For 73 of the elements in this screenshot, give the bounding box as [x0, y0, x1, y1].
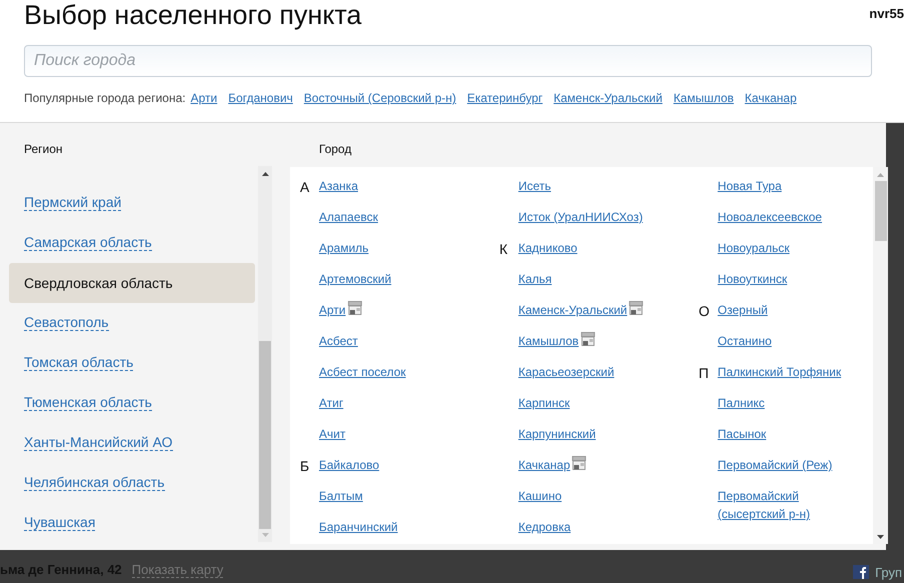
city-link[interactable]: Артемовский — [319, 270, 392, 288]
region-item[interactable]: Томская область — [9, 343, 255, 383]
city-link[interactable]: Ачит — [319, 425, 346, 443]
region-item[interactable]: Свердловская область — [9, 263, 255, 303]
scrollbar-thumb[interactable] — [259, 341, 271, 529]
city-link[interactable]: Останино — [718, 332, 772, 350]
store-icon — [572, 456, 586, 470]
city-link[interactable]: Карасьеозерский — [518, 363, 614, 381]
city-link[interactable]: Екатеринбург — [467, 89, 543, 107]
city-link[interactable]: Асбест — [319, 332, 358, 350]
letter-heading: О — [698, 303, 710, 319]
city-link[interactable]: Палникс — [718, 394, 765, 412]
city-link[interactable]: Алапаевск — [319, 208, 378, 226]
store-icon — [629, 301, 644, 315]
city-link[interactable]: Палкинский Торфяник — [718, 363, 842, 381]
column-heading: Город — [319, 141, 352, 158]
city-link[interactable]: Качканар — [518, 456, 570, 474]
city-link[interactable]: Арти — [319, 301, 346, 319]
region-item[interactable]: Самарская область — [9, 223, 255, 263]
city-link[interactable]: Балтым — [319, 487, 363, 505]
city-link[interactable]: Камышлов — [518, 332, 579, 350]
page-title: Выбор населенного пункта — [24, 0, 362, 30]
city-link[interactable]: Карпунинский — [518, 425, 596, 443]
column-heading: Регион — [24, 141, 63, 158]
city-link[interactable]: Каменск-Уральский — [518, 301, 628, 319]
city-link[interactable]: Кадниково — [518, 239, 578, 257]
city-link[interactable]: Атиг — [319, 394, 344, 412]
city-link[interactable]: Исток (УралНИИСХоз) — [518, 208, 643, 226]
scroll-down-icon[interactable] — [877, 535, 884, 539]
scrollbar[interactable] — [258, 166, 272, 542]
region-item[interactable]: Тюменская область — [9, 383, 255, 423]
city-link[interactable]: Каменск-Уральский — [554, 89, 662, 107]
scrollbar-thumb[interactable] — [874, 181, 886, 241]
city-link[interactable]: Карпинск — [518, 394, 570, 412]
city-link[interactable]: Исеть — [518, 177, 551, 195]
city-link[interactable]: Первомайский (Реж) — [718, 456, 832, 474]
city-link[interactable]: Новоуткинск — [718, 270, 788, 288]
letter-heading: Б — [300, 458, 310, 474]
social-link[interactable]: Груп — [875, 562, 902, 582]
city-link[interactable]: Байкалово — [319, 456, 380, 474]
city-link[interactable]: Азанка — [319, 177, 358, 195]
store-icon — [580, 332, 595, 346]
city-link[interactable]: Новоуральск — [718, 239, 790, 257]
store-icon — [348, 301, 362, 315]
region-item[interactable]: Ханты-Мансийский АО — [9, 423, 255, 463]
city-link[interactable]: Калья — [518, 270, 552, 288]
region-item[interactable]: Пермский край — [9, 183, 255, 223]
city-link[interactable]: Озерный — [718, 301, 768, 319]
city-link[interactable]: Восточный (Серовский р-н) — [304, 89, 456, 107]
letter-heading: К — [499, 241, 508, 257]
city-link[interactable]: Кашино — [518, 487, 562, 505]
region-item[interactable]: Севастополь — [9, 303, 255, 343]
city-link[interactable]: Новая Тура — [718, 177, 782, 195]
city-link[interactable]: Первомайский (сысертский р-н) — [718, 487, 858, 523]
popular-label: Популярные города региона: — [24, 90, 186, 107]
city-link[interactable]: Арамиль — [319, 239, 369, 257]
search-field[interactable]: Поиск города — [24, 45, 872, 77]
facebook-icon[interactable] — [853, 565, 870, 580]
letter-heading: П — [698, 365, 709, 381]
city-link[interactable]: Арти — [190, 89, 218, 107]
city-link[interactable]: Пасынок — [718, 425, 766, 443]
city-link[interactable]: Новоалексеевское — [718, 208, 822, 226]
region-item[interactable]: Челябинская область — [9, 463, 255, 503]
city-link[interactable]: Камышлов — [673, 89, 734, 107]
city-link[interactable]: Асбест поселок — [319, 363, 406, 381]
scroll-up-icon[interactable] — [262, 172, 268, 176]
city-link[interactable]: Баранчинский — [319, 518, 398, 536]
username: nvr55 — [869, 5, 904, 23]
city-link[interactable]: Богданович — [228, 89, 293, 107]
region-item[interactable]: Чувашская — [9, 503, 255, 543]
letter-heading: А — [300, 179, 310, 195]
city-link[interactable]: Качканар — [744, 89, 797, 107]
city-link[interactable]: Кедровка — [518, 518, 571, 536]
